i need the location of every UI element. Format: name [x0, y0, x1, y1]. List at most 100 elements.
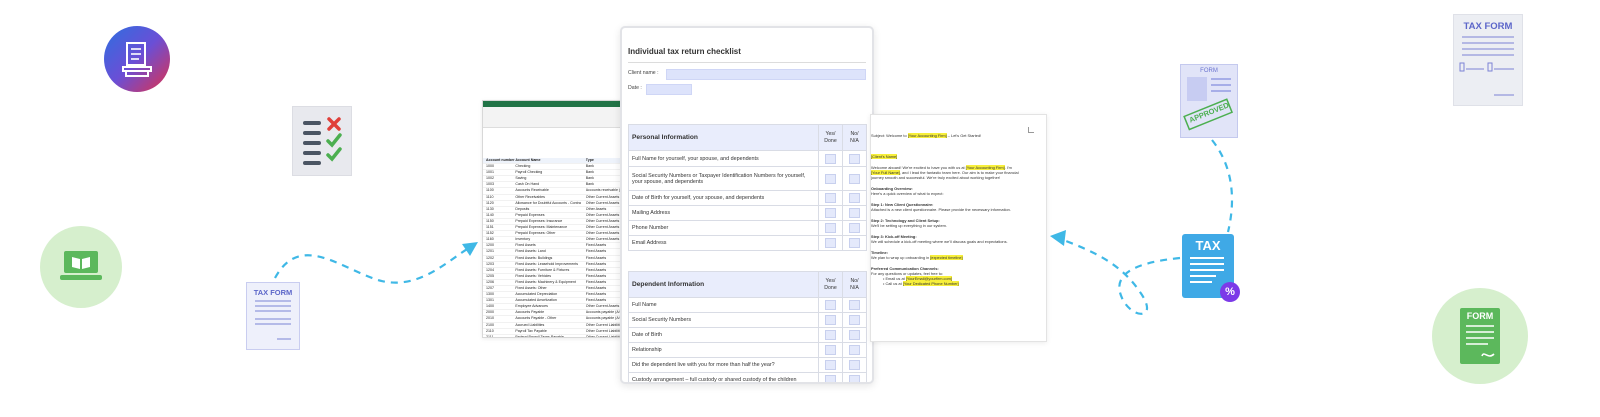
- tax-percent-icon: TAX %: [1182, 234, 1240, 302]
- no-na-checkbox[interactable]: [849, 330, 860, 340]
- yes-done-checkbox-cell: [818, 220, 843, 236]
- yes-done-checkbox[interactable]: [825, 193, 836, 203]
- no-na-checkbox-cell: [842, 205, 867, 221]
- date-label: Date :: [628, 85, 642, 91]
- yes-done-checkbox[interactable]: [825, 300, 836, 310]
- yes-done-header: Yes/Done: [818, 271, 843, 298]
- checklist-item-label: Did the dependent live with you for more…: [628, 357, 819, 373]
- no-na-checkbox[interactable]: [849, 300, 860, 310]
- yes-done-checkbox[interactable]: [825, 330, 836, 340]
- no-na-checkbox[interactable]: [849, 208, 860, 218]
- yes-done-checkbox-cell: [818, 297, 843, 313]
- email-overview-text: Here's a quick overview of what to expec…: [871, 191, 944, 196]
- email-subject: Subject: Welcome to [Your Accounting Fir…: [871, 133, 982, 138]
- yes-done-checkbox[interactable]: [825, 238, 836, 248]
- checklist-item-label: Relationship: [628, 342, 819, 358]
- corner-mark: [1028, 127, 1034, 133]
- email-body: Subject: Welcome to [Your Accounting Fir…: [871, 133, 1019, 286]
- checklist-row: Social Security Numbers: [628, 312, 867, 328]
- yes-done-checkbox[interactable]: [825, 375, 836, 382]
- yes-done-checkbox-cell: [818, 190, 843, 206]
- yes-done-header: Yes/Done: [818, 124, 843, 151]
- checklist-item-label: Full Name: [628, 297, 819, 313]
- checklist-item-label: Date of Birth for yourself, your spouse,…: [628, 190, 819, 206]
- right-dashed-arrow: [1211, 139, 1234, 233]
- checklist-row: Phone Number: [628, 220, 867, 236]
- checklist-row: Mailing Address: [628, 205, 867, 221]
- welcome-email-document: Subject: Welcome to [Your Accounting Fir…: [870, 114, 1047, 342]
- percent-badge: %: [1220, 282, 1240, 302]
- no-na-checkbox[interactable]: [849, 375, 860, 382]
- form-approved-icon: FORM APPROVED: [1180, 64, 1238, 138]
- checklist-row: Relationship: [628, 342, 867, 358]
- yes-done-checkbox-cell: [818, 312, 843, 328]
- yes-done-checkbox[interactable]: [825, 315, 836, 325]
- checklist-item-label: Social Security Numbers or Taxpayer Iden…: [628, 166, 819, 191]
- checklist-section-table: Personal Information Yes/Done No/N/A Full N…: [628, 124, 867, 251]
- no-na-checkbox-cell: [842, 166, 867, 191]
- yes-done-checkbox[interactable]: [825, 153, 836, 164]
- title-divider: [628, 62, 866, 63]
- no-na-header: No/N/A: [842, 271, 867, 298]
- right-arrow-head-icon: [1050, 230, 1066, 246]
- no-na-checkbox-cell: [842, 150, 867, 167]
- date-field[interactable]: [646, 84, 692, 95]
- email-step2-text: We'll be setting up everything in our sy…: [871, 223, 947, 228]
- checklist-row: Full Name for yourself, your spouse, and…: [628, 150, 867, 167]
- no-na-checkbox[interactable]: [849, 238, 860, 248]
- yes-done-checkbox-cell: [818, 357, 843, 373]
- no-na-checkbox[interactable]: [849, 193, 860, 203]
- checklist-item-label: Mailing Address: [628, 205, 819, 221]
- email-bullet-2: • Call us at [Your Dedicated Phone Numbe…: [883, 281, 959, 286]
- right-dashed-loop-arrow: [1057, 236, 1181, 315]
- no-na-checkbox[interactable]: [849, 173, 860, 184]
- yes-done-checkbox[interactable]: [825, 345, 836, 355]
- tax-form-right-icon: TAX FORM: [1453, 14, 1523, 106]
- no-na-header: No/N/A: [842, 124, 867, 151]
- no-na-checkbox-cell: [842, 342, 867, 358]
- yes-done-checkbox[interactable]: [825, 173, 836, 184]
- spreadsheet-row: 2111 Federal Payroll Taxes Payable Other C…: [483, 335, 621, 337]
- left-dashed-arrow: [274, 245, 473, 284]
- checklist-title: Individual tax return checklist: [628, 47, 741, 56]
- email-greeting: [Client's Name]: [871, 154, 898, 159]
- email-intro-line3: journey smooth and successful. We're tru…: [871, 175, 1001, 180]
- no-na-checkbox[interactable]: [849, 223, 860, 233]
- checklist-item-label: Custody arrangement – full custody or sh…: [628, 372, 819, 382]
- yes-done-checkbox[interactable]: [825, 208, 836, 218]
- yes-done-checkbox-cell: [818, 372, 843, 382]
- client-name-label: Client name :: [628, 70, 659, 76]
- email-timeline-text: We plan to wrap up onboarding in [expect…: [871, 255, 963, 260]
- green-form-icon: FORM: [1432, 288, 1528, 384]
- yes-done-checkbox-cell: [818, 150, 843, 167]
- yes-done-checkbox-cell: [818, 235, 843, 251]
- checklist-row: Date of Birth for yourself, your spouse,…: [628, 190, 867, 206]
- no-na-checkbox-cell: [842, 220, 867, 236]
- no-na-checkbox-cell: [842, 312, 867, 328]
- yes-done-checkbox[interactable]: [825, 360, 836, 370]
- email-step1-text: Attached is a new client questionnaire. …: [871, 207, 1011, 212]
- green-form-sheet: FORM: [1460, 308, 1500, 364]
- checklist-icon: [292, 106, 352, 176]
- tax-checklist-card: Individual tax return checklist Client n…: [620, 26, 874, 384]
- no-na-checkbox-cell: [842, 327, 867, 343]
- no-na-checkbox[interactable]: [849, 315, 860, 325]
- no-na-checkbox-cell: [842, 357, 867, 373]
- section-heading: Personal Information: [628, 124, 819, 151]
- spreadsheet-ribbon: [483, 101, 621, 128]
- no-na-checkbox-cell: [842, 235, 867, 251]
- yes-done-checkbox-cell: [818, 342, 843, 358]
- no-na-checkbox[interactable]: [849, 153, 860, 164]
- chart-of-accounts-spreadsheet: Account number Account Name Type 1000 Che…: [482, 100, 622, 338]
- yes-done-checkbox-cell: [818, 166, 843, 191]
- no-na-checkbox[interactable]: [849, 345, 860, 355]
- client-name-field[interactable]: [666, 69, 866, 80]
- no-na-checkbox[interactable]: [849, 360, 860, 370]
- checklist-item-label: Email Address: [628, 235, 819, 251]
- checklist-row: Date of Birth: [628, 327, 867, 343]
- yes-done-checkbox[interactable]: [825, 223, 836, 233]
- yes-done-checkbox-cell: [818, 205, 843, 221]
- laptop-book-icon: [40, 226, 122, 308]
- checklist-row: Did the dependent live with you for more…: [628, 357, 867, 373]
- checklist-item-label: Social Security Numbers: [628, 312, 819, 328]
